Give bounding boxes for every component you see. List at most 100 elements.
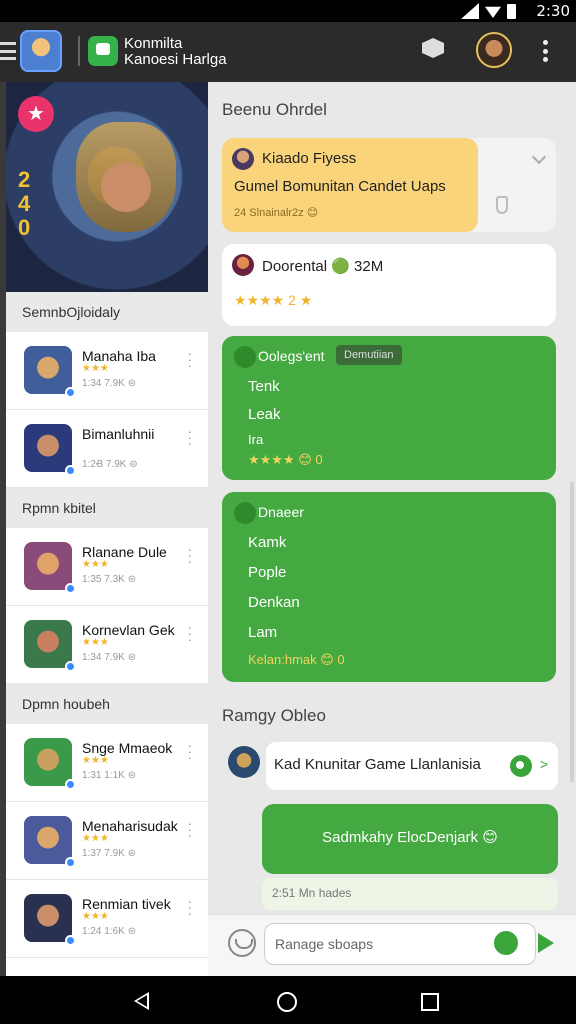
nav-back-icon[interactable]: [134, 992, 149, 1010]
game-stars: ★★★: [82, 833, 109, 844]
game-meta: 1:24 1:6K ⊜: [82, 926, 136, 937]
game-name: Bimanluhnii: [82, 426, 155, 442]
main-area: ★ 240 SemnbOjloidaly Manaha Iba ★★★ 1:34…: [0, 82, 576, 976]
cube-icon[interactable]: [422, 38, 444, 58]
game-sidebar: ★ 240 SemnbOjloidaly Manaha Iba ★★★ 1:34…: [6, 82, 208, 976]
message-line: Pople: [248, 564, 287, 581]
my-message-bubble[interactable]: Sadmkahy ElocDenjark 😊: [262, 804, 558, 874]
role-tag: Demutiian: [336, 345, 402, 365]
game-name: Manaha Iba: [82, 348, 156, 364]
online-dot-icon: [65, 465, 76, 476]
message-bubble[interactable]: Oolegs'ent Demutiian Tenk Leak Ira ★★★★ …: [222, 336, 556, 480]
game-thumbnail: [24, 542, 76, 594]
divider: [78, 36, 80, 66]
wifi-icon: [485, 6, 501, 18]
message-line: Kamk: [248, 534, 287, 551]
online-dot-icon: [65, 935, 76, 946]
chat-panel: Beenu Ohrdel Kiaado Fiyess Gumel Bomunit…: [208, 82, 576, 976]
profile-avatar[interactable]: [476, 32, 512, 68]
message-bubble[interactable]: Dnaeer Kamk Pople Denkan Lam Kelan:hmak …: [222, 492, 556, 682]
app-title-line1: Konmilta: [124, 35, 183, 52]
game-stars: ★★★: [82, 559, 109, 570]
message-text: Kad Knunitar Game Llanlanisia: [274, 756, 481, 773]
pinned-message[interactable]: Kiaado Fiyess Gumel Bomunitan Candet Uap…: [222, 138, 556, 232]
message-line: Ira: [248, 432, 264, 447]
game-stars: ★★★: [82, 755, 109, 766]
online-dot-icon: [65, 583, 76, 594]
more-icon[interactable]: · · ·: [187, 738, 192, 764]
game-name: Menaharisudak: [82, 818, 178, 834]
hero-side-text: 240: [18, 167, 31, 240]
avatar: [234, 502, 256, 524]
game-list-item[interactable]: Rlanane Dule ★★★ 1:35 7.3K ⊜ · · ·: [6, 528, 208, 606]
more-icon[interactable]: · · ·: [187, 894, 192, 920]
chat-logo-icon: [88, 36, 118, 66]
online-dot-icon: [65, 779, 76, 790]
game-name: Kornevlan Gek: [82, 622, 175, 638]
status-icons: [461, 3, 516, 19]
chevron-down-icon[interactable]: [531, 149, 547, 165]
hero-star-badge[interactable]: ★: [18, 96, 54, 132]
mic-icon[interactable]: [494, 931, 518, 955]
avatar: [232, 254, 254, 276]
pin-icon[interactable]: [496, 196, 508, 214]
game-meta: 1:31 1:1K ⊜: [82, 770, 136, 781]
game-list-item[interactable]: Menaharisudak ★★★ 1:37 7.9K ⊜ · · ·: [6, 802, 208, 880]
chevron-right-icon[interactable]: >: [540, 756, 548, 772]
game-thumbnail: [24, 894, 76, 946]
reply-message[interactable]: Kad Knunitar Game Llanlanisia >: [266, 742, 558, 790]
more-icon[interactable]: · · ·: [187, 346, 192, 372]
message-line: Tenk: [248, 378, 280, 395]
sender-name: Oolegs'ent: [258, 348, 325, 364]
status-time: 2:30: [536, 2, 570, 20]
status-bar: 2:30: [0, 0, 576, 22]
hamburger-icon[interactable]: [0, 42, 16, 60]
nav-home-icon[interactable]: [277, 992, 297, 1012]
message-meta: 24 Slnainalr2z 😊: [234, 207, 319, 219]
scrollbar[interactable]: [570, 482, 574, 782]
verified-icon: [510, 755, 532, 777]
more-icon[interactable]: · · ·: [187, 816, 192, 842]
message-line: Lam: [248, 624, 278, 641]
timestamp-text: 2:51 Mn hades: [272, 886, 352, 900]
chat-title: Beenu Ohrdel: [222, 100, 327, 119]
section-header: SemnbOjloidaly: [6, 292, 208, 332]
message-card[interactable]: Doorental 🟢 32M ★★★★ 2 ★: [222, 244, 556, 326]
message-composer: [208, 914, 576, 976]
hero-banner[interactable]: ★ 240: [6, 82, 208, 292]
game-stars: ★★★: [82, 911, 109, 922]
game-stars: ★★★: [82, 363, 109, 374]
nav-recent-icon[interactable]: [421, 993, 439, 1011]
emoji-icon[interactable]: [228, 929, 256, 957]
game-list-item[interactable]: Snge Mmaeok ★★★ 1:31 1:1K ⊜ · · ·: [6, 724, 208, 802]
more-icon[interactable]: · · ·: [187, 542, 192, 568]
game-thumbnail: [24, 738, 76, 790]
game-list-item[interactable]: Kornevlan Gek ★★★ 1:34 7.9K ⊜ · · ·: [6, 606, 208, 684]
message-text: Gumel Bomunitan Candet Uaps: [234, 178, 446, 195]
app-title-line2: Kanoesi Harlga: [124, 51, 227, 68]
section-header: Dpmn houbeh: [6, 684, 208, 724]
game-app-icon[interactable]: [20, 30, 62, 72]
rating-stars: ★★★★ 2 ★: [234, 292, 313, 308]
game-list-item[interactable]: Renmian tivek ★★★ 1:24 1:6K ⊜ · · ·: [6, 880, 208, 958]
more-icon[interactable]: · · ·: [187, 620, 192, 646]
game-thumbnail: [24, 346, 76, 398]
game-name: Renmian tivek: [82, 896, 171, 912]
kebab-icon[interactable]: [542, 40, 548, 62]
more-icon[interactable]: · · ·: [187, 424, 192, 450]
game-list-item[interactable]: Bimanluhnii 1:2Ꞗ 7.9K ⊜ · · ·: [6, 410, 208, 488]
online-dot-icon: [65, 387, 76, 398]
signal-icon: [461, 3, 479, 19]
game-list-item[interactable]: Manaha Iba ★★★ 1:34 7.9K ⊜ · · ·: [6, 332, 208, 410]
message-footer: ★★★★ 😊 0: [248, 452, 323, 467]
sender-name: Doorental 🟢 32M: [262, 258, 384, 275]
section-header: Rpmn kbitel: [6, 488, 208, 528]
game-thumbnail: [24, 816, 76, 868]
battery-icon: [507, 3, 516, 19]
game-name: Snge Mmaeok: [82, 740, 173, 756]
app-title: Konmilta Kanoesi Harlga: [124, 36, 227, 68]
send-icon[interactable]: [538, 933, 554, 953]
game-meta: 1:37 7.9K ⊜: [82, 848, 136, 859]
app-bar: Konmilta Kanoesi Harlga: [0, 22, 576, 82]
timestamp-chip: 2:51 Mn hades: [262, 878, 558, 910]
